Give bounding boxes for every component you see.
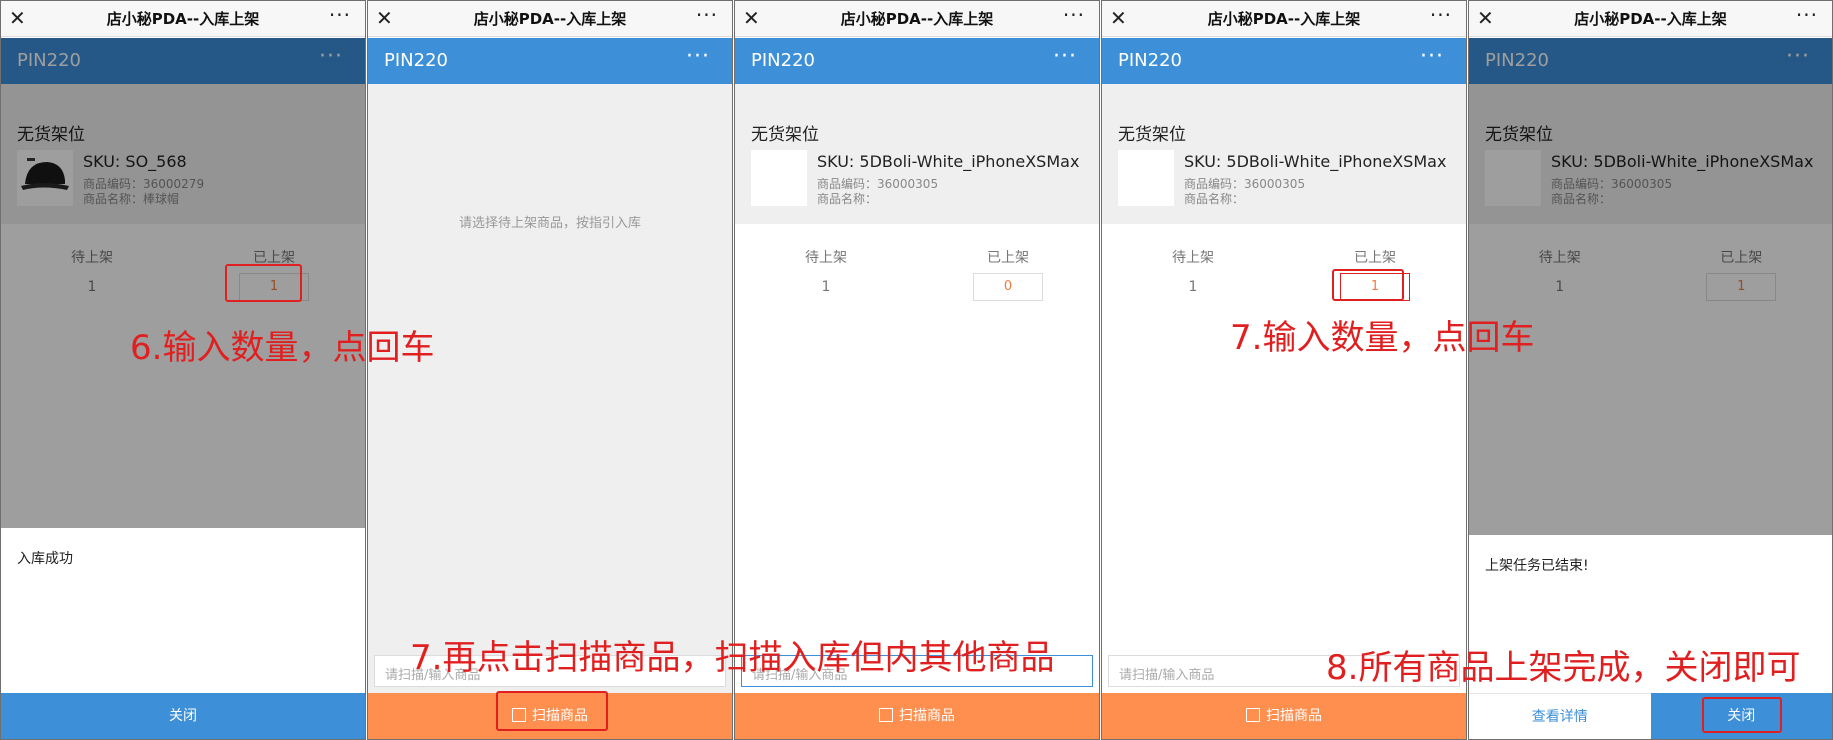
highlight-close-button [1702, 697, 1782, 733]
product-sku: SKU: 5DBoli-White_iPhoneXSMax [1184, 152, 1447, 171]
highlight-qty-1 [225, 264, 302, 302]
app-title-bar: ✕ 店小秘PDA--入库上架 ··· [1469, 1, 1832, 37]
sheet-message: 上架任务已结束! [1485, 558, 1589, 574]
pending-column: 待上架 1 [1102, 247, 1284, 295]
nav-more-icon[interactable]: ··· [1053, 44, 1077, 69]
shelf-label: 无货架位 [751, 125, 819, 145]
nav-more-icon[interactable]: ··· [1420, 44, 1444, 69]
phone-screen-4: ✕ 店小秘PDA--入库上架 ··· PIN220 ··· 无货架位 SKU: … [1101, 0, 1467, 740]
more-icon[interactable]: ··· [1430, 3, 1452, 27]
phone-screen-2: ✕ 店小秘PDA--入库上架 ··· PIN220 ··· 请选择待上架商品，按… [367, 0, 733, 740]
shelf-label: 无货架位 [1118, 125, 1186, 145]
pending-value: 1 [821, 279, 831, 295]
highlight-qty-4 [1332, 269, 1404, 301]
phone-screen-3: ✕ 店小秘PDA--入库上架 ··· PIN220 ··· 无货架位 SKU: … [734, 0, 1100, 740]
nav-bar: PIN220 ··· [368, 38, 732, 84]
app-title-bar: ✕ 店小秘PDA--入库上架 ··· [1102, 1, 1466, 37]
product-info: 无货架位 SKU: 5DBoli-White_iPhoneXSMax 商品编码：… [1102, 84, 1466, 224]
pending-label: 待上架 [805, 250, 847, 266]
done-label: 已上架 [1354, 250, 1396, 266]
app-title: 店小秘PDA--入库上架 [1574, 10, 1727, 28]
app-title-bar: ✕ 店小秘PDA--入库上架 ··· [368, 1, 732, 37]
annotation-step8: 8.所有商品上架完成，关闭即可 [1326, 648, 1801, 688]
more-icon[interactable]: ··· [1063, 3, 1085, 27]
close-button[interactable]: 关闭 [1, 693, 365, 739]
product-sku: SKU: 5DBoli-White_iPhoneXSMax [817, 152, 1080, 171]
empty-message: 请选择待上架商品，按指引入库 [458, 216, 641, 231]
result-sheet: 入库成功 关闭 [1, 528, 365, 739]
annotation-step7-scan: 7.再点击扫描商品，扫描入库但内其他商品 [410, 638, 1055, 678]
phone-screen-5: ✕ 店小秘PDA--入库上架 ··· PIN220 ··· 无货架位 SKU: … [1468, 0, 1833, 740]
sheet-message: 入库成功 [17, 551, 73, 567]
scan-icon [879, 708, 893, 722]
scan-button[interactable]: 扫描商品 [1102, 693, 1466, 739]
annotation-step7-qty: 7.输入数量，点回车 [1230, 318, 1535, 358]
annotation-step6: 6.输入数量，点回车 [130, 328, 435, 368]
app-title: 店小秘PDA--入库上架 [106, 10, 260, 28]
done-quantity-input[interactable]: 0 [973, 273, 1043, 301]
pending-label: 待上架 [1172, 250, 1214, 266]
scan-button[interactable]: 扫描商品 [735, 693, 1099, 739]
nav-bar: PIN220 ··· [735, 38, 1099, 84]
app-title-bar: ✕ 店小秘PDA--入库上架 ··· [735, 1, 1099, 37]
product-name: 商品名称： [817, 192, 878, 206]
nav-title: PIN220 [1118, 50, 1182, 71]
phone-screen-1: ✕ 店小秘PDA--入库上架 ··· PIN220 ··· 无货架位 SKU: … [0, 0, 366, 740]
nav-title: PIN220 [384, 50, 448, 71]
nav-bar: PIN220 ··· [1102, 38, 1466, 84]
more-icon[interactable]: ··· [1796, 3, 1818, 27]
modal-overlay [1, 38, 365, 528]
nav-more-icon[interactable]: ··· [686, 44, 710, 69]
product-name: 商品名称： [1184, 192, 1245, 206]
more-icon[interactable]: ··· [329, 3, 351, 27]
view-details-button[interactable]: 查看详情 [1469, 693, 1651, 739]
highlight-scan-button [496, 691, 608, 731]
product-thumbnail [1118, 150, 1174, 206]
done-label: 已上架 [987, 250, 1029, 266]
product-thumbnail [751, 150, 807, 206]
pending-column: 待上架 1 [735, 247, 917, 295]
app-title: 店小秘PDA--入库上架 [1207, 10, 1361, 28]
app-title-bar: ✕ 店小秘PDA--入库上架 ··· [1, 1, 365, 37]
done-column: 已上架 0 [917, 247, 1099, 301]
tutorial-stage: ✕ 店小秘PDA--入库上架 ··· PIN220 ··· 无货架位 SKU: … [0, 0, 1833, 740]
scan-label: 扫描商品 [899, 708, 955, 724]
scan-icon [1246, 708, 1260, 722]
scan-label: 扫描商品 [1266, 708, 1322, 724]
more-icon[interactable]: ··· [696, 3, 718, 27]
pending-value: 1 [1188, 279, 1198, 295]
product-info: 无货架位 SKU: 5DBoli-White_iPhoneXSMax 商品编码：… [735, 84, 1099, 224]
nav-title: PIN220 [751, 50, 815, 71]
modal-overlay [1469, 38, 1832, 535]
app-title: 店小秘PDA--入库上架 [473, 10, 627, 28]
app-title: 店小秘PDA--入库上架 [840, 10, 994, 28]
